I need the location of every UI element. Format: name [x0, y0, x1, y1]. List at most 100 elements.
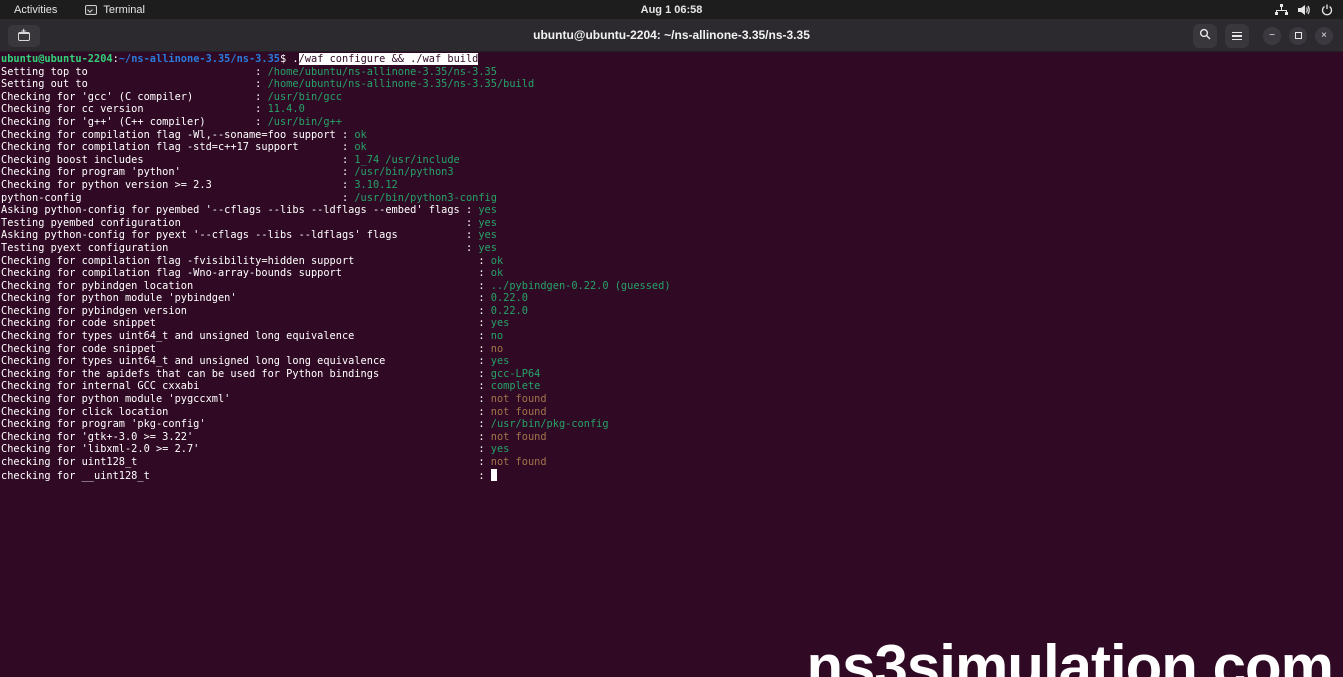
terminal-line: python-config : /usr/bin/python3-config — [1, 192, 1343, 205]
text-segment: 1_74 /usr/include — [354, 154, 459, 166]
text-segment: no — [491, 343, 503, 355]
text-segment: /waf configure && ./waf build — [299, 53, 479, 65]
terminal-line: Checking for click location : not found — [1, 406, 1343, 419]
text-segment: 3.10.12 — [354, 179, 397, 191]
top-bar: Activities Terminal Aug 1 06:58 — [0, 0, 1343, 19]
text-segment: not found — [491, 406, 547, 418]
text-segment: Checking for compilation flag -Wl,--sona… — [1, 129, 354, 141]
text-segment: no — [491, 330, 503, 342]
terminal-header-bar: ubuntu@ubuntu-2204: ~/ns-allinone-3.35/n… — [0, 19, 1343, 52]
text-segment: Checking for python module 'pygccxml' : — [1, 393, 491, 405]
text-segment: /usr/bin/python3 — [354, 166, 453, 178]
volume-icon — [1298, 4, 1311, 16]
terminal-line: Testing pyext configuration : yes — [1, 242, 1343, 255]
terminal-line: Checking for compilation flag -Wno-array… — [1, 267, 1343, 280]
new-tab-button[interactable] — [8, 25, 40, 47]
text-segment: ok — [354, 141, 366, 153]
terminal-line: Checking for compilation flag -fvisibili… — [1, 255, 1343, 268]
text-segment: ~/ns-allinone-3.35/ns-3.35 — [119, 53, 280, 65]
text-segment: python-config : — [1, 192, 354, 204]
terminal-line: Setting out to : /home/ubuntu/ns-allinon… — [1, 78, 1343, 91]
terminal-line: ubuntu@ubuntu-2204:~/ns-allinone-3.35/ns… — [1, 53, 1343, 66]
terminal-line: Checking for python module 'pybindgen' :… — [1, 292, 1343, 305]
terminal-line: Checking boost includes : 1_74 /usr/incl… — [1, 154, 1343, 167]
hamburger-icon — [1232, 32, 1242, 40]
terminal-line: Checking for compilation flag -Wl,--sona… — [1, 129, 1343, 142]
text-segment: ok — [354, 129, 366, 141]
system-tray[interactable] — [1275, 0, 1333, 19]
terminal-line: checking for __uint128_t : — [1, 469, 1343, 483]
text-segment: yes — [478, 204, 497, 216]
app-menu-terminal[interactable]: Terminal — [85, 4, 145, 16]
text-segment: Checking for 'libxml-2.0 >= 2.7' : — [1, 443, 491, 455]
terminal-line: Checking for 'g++' (C++ compiler) : /usr… — [1, 116, 1343, 129]
text-segment: Checking for 'gcc' (C compiler) : — [1, 91, 268, 103]
text-segment: ok — [491, 267, 503, 279]
text-segment: Checking boost includes : — [1, 154, 354, 166]
text-segment: yes — [478, 229, 497, 241]
text-segment: Checking for compilation flag -fvisibili… — [1, 255, 491, 267]
menu-button[interactable] — [1225, 24, 1249, 48]
text-segment: /home/ubuntu/ns-allinone-3.35/ns-3.35/bu… — [268, 78, 535, 90]
maximize-button[interactable] — [1289, 27, 1307, 45]
text-segment: Testing pyembed configuration : — [1, 217, 478, 229]
text-segment: not found — [491, 393, 547, 405]
text-segment: not found — [491, 431, 547, 443]
text-segment: Checking for python version >= 2.3 : — [1, 179, 354, 191]
terminal-line: Checking for types uint64_t and unsigned… — [1, 355, 1343, 368]
clock[interactable]: Aug 1 06:58 — [641, 4, 703, 16]
text-segment: Checking for types uint64_t and unsigned… — [1, 330, 491, 342]
terminal-line: Checking for python module 'pygccxml' : … — [1, 393, 1343, 406]
close-button[interactable]: × — [1315, 27, 1333, 45]
terminal-line: Checking for pybindgen version : 0.22.0 — [1, 305, 1343, 318]
terminal-line: Checking for 'gtk+-3.0 >= 3.22' : not fo… — [1, 431, 1343, 444]
text-segment: Checking for python module 'pybindgen' : — [1, 292, 491, 304]
minimize-button[interactable]: − — [1263, 27, 1281, 45]
text-segment: Checking for click location : — [1, 406, 491, 418]
text-segment: 0.22.0 — [491, 292, 528, 304]
text-segment: Setting top to : — [1, 66, 268, 78]
text-segment: Checking for pybindgen version : — [1, 305, 491, 317]
text-segment: . — [292, 53, 298, 65]
terminal-screen[interactable]: ubuntu@ubuntu-2204:~/ns-allinone-3.35/ns… — [0, 52, 1343, 676]
text-segment: gcc-LP64 — [491, 368, 541, 380]
text-segment: Checking for cc version : — [1, 103, 268, 115]
text-segment: Checking for the apidefs that can be use… — [1, 368, 491, 380]
terminal-output: ubuntu@ubuntu-2204:~/ns-allinone-3.35/ns… — [1, 53, 1343, 482]
text-segment: ubuntu@ubuntu-2204 — [1, 53, 113, 65]
activities-button[interactable]: Activities — [14, 4, 57, 16]
text-segment: 11.4.0 — [268, 103, 305, 115]
text-segment: Checking for 'g++' (C++ compiler) : — [1, 116, 268, 128]
terminal-line: checking for uint128_t : not found — [1, 456, 1343, 469]
text-segment: Checking for internal GCC cxxabi : — [1, 380, 491, 392]
terminal-line: Checking for types uint64_t and unsigned… — [1, 330, 1343, 343]
text-segment: Checking for code snippet : — [1, 343, 491, 355]
text-segment: Setting out to : — [1, 78, 268, 90]
terminal-line: Setting top to : /home/ubuntu/ns-allinon… — [1, 66, 1343, 79]
text-segment: Checking for types uint64_t and unsigned… — [1, 355, 491, 367]
text-segment: $ — [280, 53, 292, 65]
text-segment: Checking for compilation flag -std=c++17… — [1, 141, 354, 153]
search-button[interactable] — [1193, 24, 1217, 48]
terminal-line: Checking for cc version : 11.4.0 — [1, 103, 1343, 116]
text-segment: ../pybindgen-0.22.0 (guessed) — [491, 280, 671, 292]
text-segment: yes — [491, 317, 510, 329]
text-segment: yes — [478, 217, 497, 229]
terminal-line: Checking for code snippet : no — [1, 343, 1343, 356]
text-segment: not found — [491, 456, 547, 468]
text-segment: yes — [491, 355, 510, 367]
text-segment: ok — [491, 255, 503, 267]
app-menu-label: Terminal — [103, 4, 145, 16]
terminal-line: Checking for compilation flag -std=c++17… — [1, 141, 1343, 154]
text-segment: Asking python-config for pyembed '--cfla… — [1, 204, 478, 216]
terminal-line: Checking for code snippet : yes — [1, 317, 1343, 330]
text-segment: checking for __uint128_t : — [1, 470, 491, 482]
text-segment: Testing pyext configuration : — [1, 242, 478, 254]
text-segment: yes — [491, 443, 510, 455]
text-segment: /usr/bin/python3-config — [354, 192, 497, 204]
maximize-icon — [1295, 32, 1302, 39]
terminal-line: Asking python-config for pyembed '--cfla… — [1, 204, 1343, 217]
text-segment: /usr/bin/gcc — [268, 91, 342, 103]
text-segment: Checking for program 'python' : — [1, 166, 354, 178]
terminal-line: Checking for program 'python' : /usr/bin… — [1, 166, 1343, 179]
